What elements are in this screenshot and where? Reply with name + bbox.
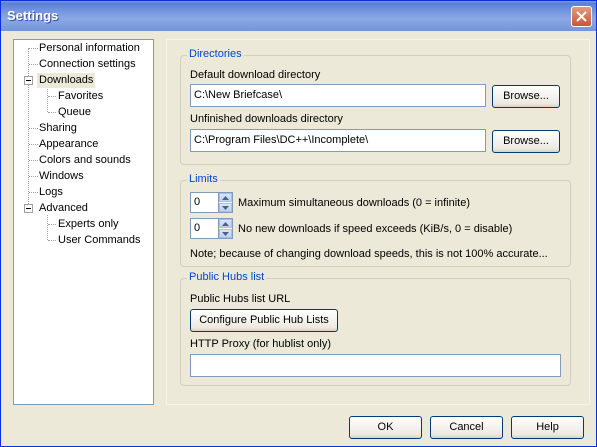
tree-line [48,96,56,97]
downloads-page: Directories Default download directory C… [166,39,590,405]
spin-down-button[interactable] [219,229,232,238]
http-proxy-label: HTTP Proxy (for hublist only) [190,338,332,350]
chevron-up-icon [222,195,229,200]
window-title: Settings [7,8,59,23]
public-hubs-legend: Public Hubs list [187,271,267,283]
tree-line [48,224,56,225]
limits-legend: Limits [187,173,220,185]
directories-legend: Directories [187,48,244,60]
collapse-toggle-downloads[interactable] [24,76,33,85]
settings-tree[interactable]: Personal information Connection settings… [13,39,154,405]
public-hubs-group: Public Hubs list Public Hubs list URL Co… [180,271,571,386]
tree-line [47,215,48,240]
title-bar[interactable]: Settings [1,1,596,31]
browse-default-button[interactable]: Browse... [492,85,560,108]
spin-up-button[interactable] [219,193,232,202]
unfinished-directory-label: Unfinished downloads directory [190,113,343,125]
dialog-client: Personal information Connection settings… [4,31,593,444]
ok-button[interactable]: OK [349,416,422,439]
tree-line [48,240,56,241]
speed-limit-spinner[interactable]: 0 [190,218,233,239]
close-button[interactable] [571,6,592,27]
configure-public-hub-lists-button[interactable]: Configure Public Hub Lists [190,309,338,332]
browse-unfinished-button[interactable]: Browse... [492,130,560,153]
chevron-up-icon [222,221,229,226]
spinner-arrows[interactable] [218,218,233,239]
cancel-button[interactable]: Cancel [430,416,503,439]
tree-item-logs[interactable]: Logs [37,185,65,200]
max-downloads-input[interactable]: 0 [190,192,218,213]
tree-item-appearance[interactable]: Appearance [37,137,100,152]
help-button[interactable]: Help [511,416,584,439]
limits-group: Limits 0 Maximum simultaneous downloads … [180,173,571,267]
max-downloads-spinner[interactable]: 0 [190,192,233,213]
tree-line [48,112,56,113]
tree-item-colors-and-sounds[interactable]: Colors and sounds [37,153,133,168]
tree-line [47,87,48,112]
limits-note: Note; because of changing download speed… [190,248,548,260]
tree-item-advanced[interactable]: Advanced [37,201,90,216]
tree-item-favorites[interactable]: Favorites [56,89,105,104]
chevron-down-icon [222,231,229,236]
chevron-down-icon [222,205,229,210]
collapse-toggle-advanced[interactable] [24,204,33,213]
default-directory-label: Default download directory [190,69,321,81]
spin-down-button[interactable] [219,203,232,212]
tree-item-windows[interactable]: Windows [37,169,86,184]
max-downloads-label: Maximum simultaneous downloads (0 = infi… [238,197,471,209]
close-icon [576,11,587,22]
http-proxy-field[interactable] [190,354,561,377]
spin-up-button[interactable] [219,219,232,228]
tree-item-experts-only[interactable]: Experts only [56,217,121,232]
tree-item-personal-information[interactable]: Personal information [37,41,142,56]
tree-item-sharing[interactable]: Sharing [37,121,79,136]
default-directory-field[interactable]: C:\New Briefcase\ [190,84,486,107]
tree-item-user-commands[interactable]: User Commands [56,233,143,248]
settings-window: Settings Personal information Connection… [0,0,597,447]
tree-item-queue[interactable]: Queue [56,105,93,120]
directories-group: Directories Default download directory C… [180,48,571,165]
unfinished-directory-field[interactable]: C:\Program Files\DC++\Incomplete\ [190,129,486,152]
speed-limit-input[interactable]: 0 [190,218,218,239]
public-hubs-url-label: Public Hubs list URL [190,293,291,305]
spinner-arrows[interactable] [218,192,233,213]
speed-limit-label: No new downloads if speed exceeds (KiB/s… [238,223,513,235]
tree-item-downloads[interactable]: Downloads [37,73,96,88]
tree-item-connection-settings[interactable]: Connection settings [37,57,138,72]
